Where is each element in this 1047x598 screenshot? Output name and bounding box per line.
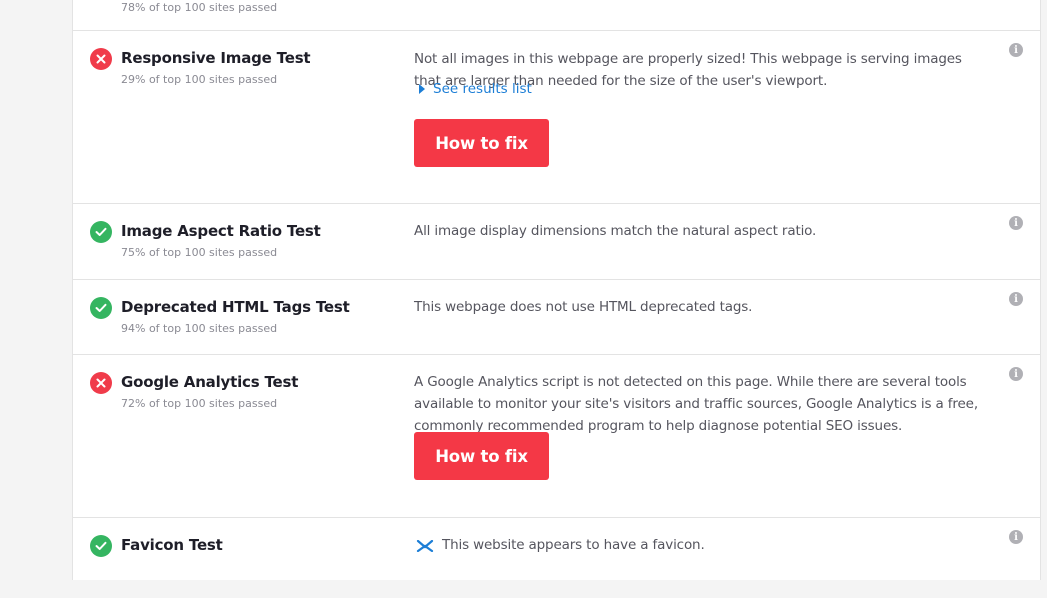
test-pass-rate: 94% of top 100 sites passed (121, 322, 278, 335)
test-row-favicon: Favicon Test This website appears to hav… (73, 518, 1040, 598)
info-icon[interactable]: i (1009, 292, 1023, 306)
test-row-responsive-image: Responsive Image Test 29% of top 100 sit… (73, 31, 1040, 204)
test-title: Responsive Image Test (121, 49, 311, 67)
test-title: Favicon Test (121, 536, 223, 554)
caret-right-icon (419, 84, 425, 94)
test-row-image-aspect-ratio: Image Aspect Ratio Test 75% of top 100 s… (73, 204, 1040, 280)
test-description: This website appears to have a favicon. (442, 537, 705, 553)
how-to-fix-button[interactable]: How to fix (414, 119, 549, 167)
test-row-deprecated-html-tags: Deprecated HTML Tags Test 94% of top 100… (73, 280, 1040, 355)
test-row: 78% of top 100 sites passed (73, 0, 1040, 31)
test-title: Deprecated HTML Tags Test (121, 298, 350, 316)
test-pass-rate: 72% of top 100 sites passed (121, 397, 278, 410)
test-title: Image Aspect Ratio Test (121, 222, 321, 240)
see-results-label: See results list (433, 81, 532, 97)
pass-status-icon (90, 221, 112, 243)
info-icon[interactable]: i (1009, 216, 1023, 230)
pass-status-icon (90, 535, 112, 557)
info-icon[interactable]: i (1009, 367, 1023, 381)
fail-status-icon (90, 48, 112, 70)
test-title: Google Analytics Test (121, 373, 299, 391)
test-pass-rate: 29% of top 100 sites passed (121, 73, 278, 86)
favicon-icon (416, 540, 434, 552)
test-pass-rate: 75% of top 100 sites passed (121, 246, 278, 259)
test-pass-rate: 78% of top 100 sites passed (121, 1, 278, 14)
see-results-toggle[interactable]: See results list (419, 81, 532, 97)
test-description: This webpage does not use HTML deprecate… (414, 299, 753, 315)
test-results-panel: 78% of top 100 sites passed Responsive I… (72, 0, 1041, 580)
fail-status-icon (90, 372, 112, 394)
info-icon[interactable]: i (1009, 530, 1023, 544)
test-description: A Google Analytics script is not detecte… (414, 374, 978, 434)
test-description: All image display dimensions match the n… (414, 223, 817, 239)
test-row-google-analytics: Google Analytics Test 72% of top 100 sit… (73, 355, 1040, 518)
info-icon[interactable]: i (1009, 43, 1023, 57)
pass-status-icon (90, 297, 112, 319)
how-to-fix-button[interactable]: How to fix (414, 432, 549, 480)
